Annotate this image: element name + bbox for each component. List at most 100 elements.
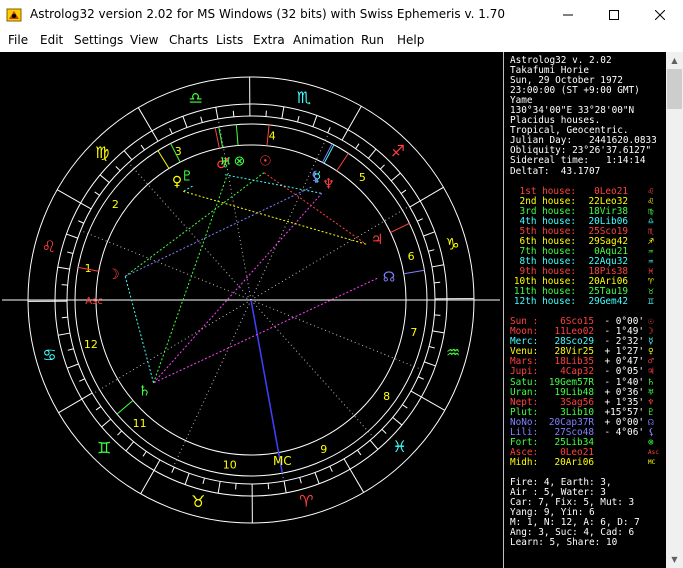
degree-tick: [283, 480, 287, 493]
aspect-line: [183, 190, 367, 245]
planet-position-tick: [116, 400, 134, 415]
menu-lists[interactable]: Lists: [216, 33, 243, 47]
degree-tick: [67, 251, 74, 254]
degree-tick: [117, 430, 123, 436]
scroll-up-arrow-icon[interactable]: ▲: [666, 52, 683, 69]
maximize-icon: [609, 10, 619, 20]
degree-tick: [431, 264, 444, 268]
degree-tick: [115, 166, 121, 172]
degree-tick: [151, 130, 159, 142]
maximize-button[interactable]: [591, 0, 637, 30]
degree-tick: [424, 361, 436, 367]
house-number-label: 5: [359, 171, 366, 184]
close-button[interactable]: [637, 0, 683, 30]
degree-tick: [99, 174, 110, 183]
degree-tick: [390, 172, 401, 182]
degree-tick: [297, 116, 300, 123]
degree-tick: [171, 467, 175, 473]
vertical-scrollbar[interactable]: ▲ ▼: [666, 52, 683, 568]
degree-tick: [417, 218, 423, 222]
degree-tick: [402, 404, 408, 409]
degree-tick: [355, 143, 360, 149]
planet-name: Midh:: [510, 456, 539, 468]
zodiac-sign-icon: ♏: [297, 88, 311, 107]
degree-tick: [400, 189, 407, 194]
planet-glyph-icon: ☉: [259, 154, 272, 170]
degree-tick: [232, 110, 235, 117]
info-panel: Astrolog32 v. 2.02 Takafumi Horie Sun, 2…: [510, 55, 660, 548]
menu-edit[interactable]: Edit: [40, 33, 63, 47]
menu-bar: File Edit Settings View Charts Lists Ext…: [0, 30, 683, 52]
planet-icon: MC: [648, 458, 656, 466]
house-number-label: 8: [383, 390, 390, 403]
degree-tick: [428, 346, 435, 349]
house-sign-icon: ♊: [648, 296, 654, 308]
planet-position-tick: [157, 150, 170, 169]
degree-tick: [281, 106, 285, 119]
aspect-line: [153, 277, 378, 384]
panel-divider: [503, 52, 504, 568]
chart-client-area: ♈ ♉ ♊ ♋ ♌ ♍ ♎ ♏ ♐ ♑ ♒ ♓ 1 2 3 4 5 6 7 8 9 10 11 12 MC Asc ☉ ☽ ☿ ♀ ♂ ♃…: [0, 52, 683, 568]
degree-tick: [343, 458, 351, 470]
menu-settings[interactable]: Settings: [74, 33, 123, 47]
zodiac-sign-icon: ♑: [445, 235, 459, 254]
minimize-icon: [563, 14, 573, 16]
planet-latitude: - 0°05': [604, 366, 644, 378]
sign-divider: [347, 105, 362, 130]
title-bar: Astrolog32 version 2.02 for MS Windows (…: [0, 0, 683, 30]
zodiac-sign-icon: ♒: [446, 343, 460, 362]
menu-animation[interactable]: Animation: [293, 33, 354, 47]
zodiac-sign-icon: ♍: [95, 143, 109, 162]
house-number-label: 6: [408, 250, 415, 263]
menu-file[interactable]: File: [8, 33, 28, 47]
degree-tick: [369, 439, 379, 450]
planet-glyph-icon: ⚸: [310, 169, 320, 185]
astrolog-app-icon[interactable]: [6, 7, 22, 23]
planet-position: 20Ari06: [554, 456, 594, 468]
degree-tick: [428, 249, 435, 252]
zodiac-sign-icon: ♋: [42, 345, 56, 364]
degree-tick: [67, 363, 79, 369]
close-icon: [655, 10, 665, 20]
zodiac-sign-icon: ♌: [42, 237, 56, 256]
planet-glyph-icon: ♇: [181, 168, 194, 184]
house-number-label: 7: [410, 326, 417, 339]
degree-tick: [267, 483, 270, 490]
sign-divider: [137, 107, 153, 132]
menu-help[interactable]: Help: [397, 33, 424, 47]
planet-glyph-icon: ♆: [322, 176, 335, 192]
minimize-button[interactable]: [545, 0, 591, 30]
asc-label: Asc: [85, 296, 103, 307]
degree-tick: [79, 378, 85, 382]
mc-axis-line: [250, 299, 284, 474]
zodiac-sign-icon: ♊: [97, 439, 111, 458]
planet-position: 4Cap32: [560, 366, 594, 378]
degree-tick: [80, 202, 92, 210]
menu-view[interactable]: View: [130, 33, 158, 47]
planet-position-tick: [322, 143, 333, 163]
house-cusp-line: [250, 299, 374, 438]
planet-position-tick: [403, 269, 425, 275]
degree-tick: [409, 200, 421, 208]
degree-tick: [57, 266, 70, 270]
menu-run[interactable]: Run: [361, 33, 384, 47]
degree-tick: [312, 115, 318, 127]
menu-extra[interactable]: Extra: [253, 33, 285, 47]
house-cusp-line: [92, 299, 252, 395]
scroll-down-arrow-icon[interactable]: ▼: [666, 551, 683, 568]
degree-tick: [299, 477, 302, 484]
sign-divider: [58, 398, 83, 414]
menu-charts[interactable]: Charts: [169, 33, 208, 47]
house-number-label: 10: [223, 459, 237, 472]
degree-tick: [58, 332, 71, 336]
planet-position-tick: [235, 124, 239, 146]
aspect-line: [224, 174, 322, 194]
scroll-thumb[interactable]: [667, 69, 682, 109]
house-number-label: 3: [175, 145, 182, 158]
zodiac-sign-icon: ♈: [299, 492, 313, 511]
degree-tick: [368, 148, 377, 159]
degree-tick: [392, 417, 403, 426]
aspect-line: [124, 276, 155, 384]
chart-wheel[interactable]: ♈♉♊♋♌♍♎ ♏♐♑♒♓ 123456789101112 MCAsc☉☽☿♀♂♃…: [0, 52, 503, 568]
planet-latitude: - 4°06': [604, 426, 644, 438]
